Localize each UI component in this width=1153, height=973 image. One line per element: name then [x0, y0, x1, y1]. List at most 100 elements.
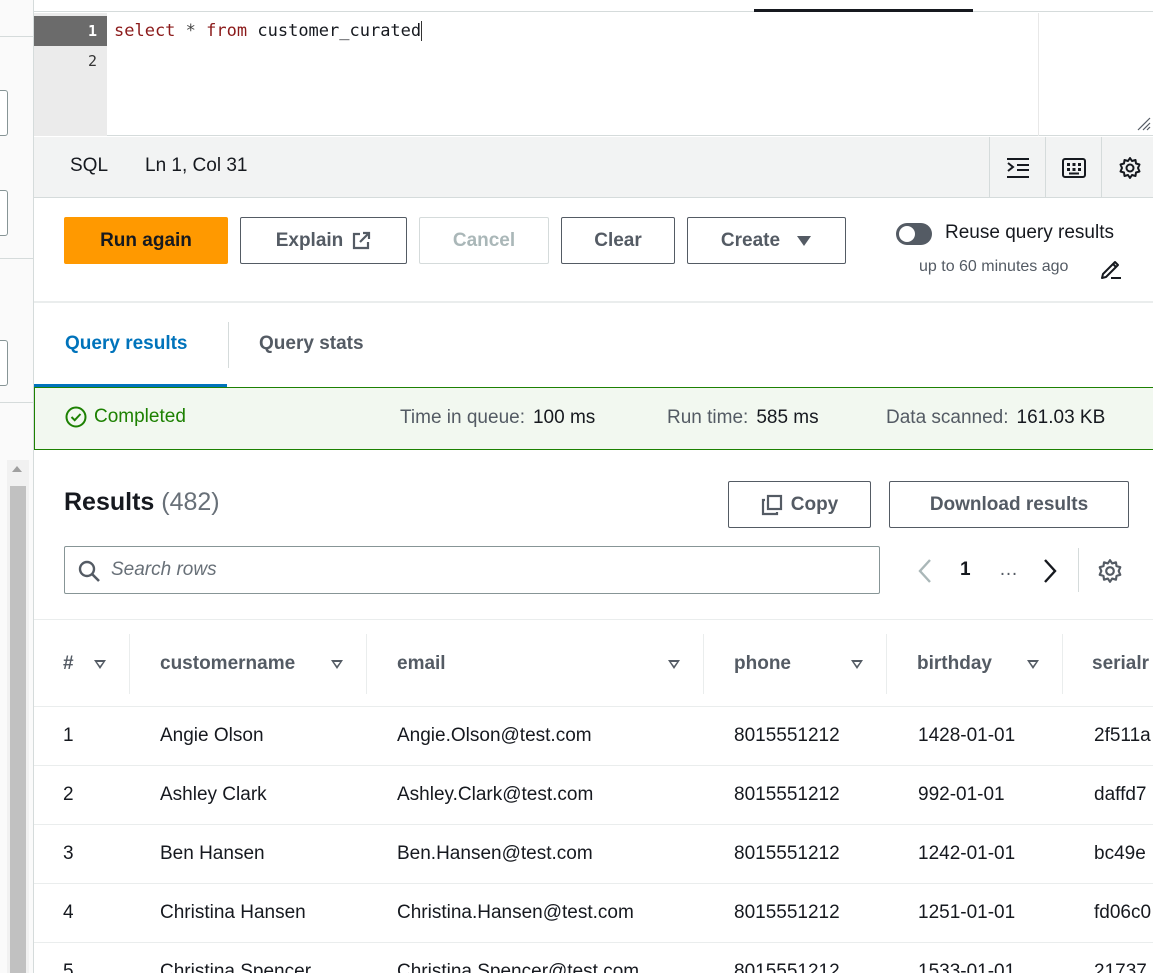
panel-scrollbar[interactable]: [7, 460, 29, 973]
keyboard-shortcuts-button[interactable]: [1045, 137, 1101, 198]
column-header-birthday[interactable]: birthday: [917, 653, 992, 675]
scroll-up-icon[interactable]: [12, 466, 22, 472]
tab-query-results[interactable]: Query results: [65, 333, 188, 355]
download-results-button[interactable]: Download results: [889, 481, 1129, 528]
column-separator[interactable]: [129, 634, 130, 694]
cell-birthday: 1242-01-01: [918, 843, 1016, 864]
cell-birthday: 1533-01-01: [918, 961, 1016, 973]
code-keyword: from: [206, 21, 248, 41]
time-in-queue: Time in queue: 100 ms: [400, 407, 595, 429]
left-side-panel: [0, 0, 34, 973]
download-results-label: Download results: [929, 493, 1089, 515]
editor-print-margin: [1038, 13, 1039, 136]
section-divider: [34, 301, 1153, 303]
column-separator[interactable]: [703, 634, 704, 694]
cell-index: 4: [63, 902, 74, 923]
next-page-icon[interactable]: [1041, 558, 1059, 584]
cell-email: Christina.Spencer@test.com: [397, 961, 640, 973]
table-row[interactable]: 3 Ben Hansen Ben.Hansen@test.com 8015551…: [34, 825, 1153, 884]
editor-settings-button[interactable]: [1101, 137, 1153, 198]
cell-email: Christina.Hansen@test.com: [397, 902, 634, 923]
column-separator[interactable]: [886, 634, 887, 694]
table-settings-icon[interactable]: [1097, 558, 1123, 584]
toggle-knob: [899, 226, 915, 242]
column-separator[interactable]: [366, 634, 367, 694]
previous-page-icon[interactable]: [916, 558, 934, 584]
caret-down-icon: [797, 235, 812, 246]
panel-input[interactable]: [0, 190, 8, 236]
editor-language: SQL: [70, 155, 109, 176]
line-number-gutter: 1 2: [34, 13, 107, 136]
explain-button[interactable]: Explain: [240, 217, 407, 264]
resize-grip-icon[interactable]: [1137, 117, 1151, 131]
data-scanned-value: 161.03 KB: [1016, 407, 1106, 428]
cancel-button[interactable]: Cancel: [419, 217, 549, 264]
edit-icon[interactable]: [1099, 256, 1123, 280]
cell-index: 5: [63, 961, 74, 973]
data-scanned: Data scanned: 161.03 KB: [886, 407, 1105, 429]
sort-icon[interactable]: [331, 660, 343, 669]
table-row[interactable]: 4 Christina Hansen Christina.Hansen@test…: [34, 884, 1153, 943]
column-header-email[interactable]: email: [397, 653, 446, 675]
page-ellipsis: …: [999, 559, 1018, 580]
table-row[interactable]: 1 Angie Olson Angie.Olson@test.com 80155…: [34, 707, 1153, 766]
keyboard-icon: [1061, 157, 1086, 178]
results-count: (482): [161, 488, 220, 516]
panel-input[interactable]: [0, 340, 8, 386]
cell-birthday: 992-01-01: [918, 784, 1005, 805]
panel-divider: [0, 402, 34, 403]
editor-tab-strip: [34, 0, 1153, 12]
column-header-serial[interactable]: serialr: [1092, 653, 1153, 675]
cell-email: Ashley.Clark@test.com: [397, 784, 594, 805]
cell-serial: 21737: [1094, 961, 1147, 973]
sort-icon[interactable]: [668, 660, 680, 669]
panel-divider: [0, 36, 34, 37]
text-cursor: [421, 21, 423, 41]
cancel-label: Cancel: [452, 229, 516, 251]
reuse-results-label: Reuse query results: [945, 222, 1114, 243]
settings-icon: [1119, 156, 1140, 179]
column-header-phone[interactable]: phone: [734, 653, 791, 675]
cell-email: Ben.Hansen@test.com: [397, 843, 593, 864]
column-separator[interactable]: [1062, 634, 1063, 694]
clear-button[interactable]: Clear: [561, 217, 675, 264]
column-header-index[interactable]: #: [63, 653, 74, 675]
status-text: Completed: [94, 406, 186, 427]
line-number: 2: [87, 52, 97, 70]
panel-input[interactable]: [0, 90, 8, 136]
query-status-banner: Completed Time in queue: 100 ms Run time:…: [34, 387, 1153, 450]
search-input[interactable]: [111, 557, 851, 583]
code-identifier: customer_curated: [257, 21, 422, 41]
cell-index: 1: [63, 725, 74, 746]
cell-serial: daffd7: [1094, 784, 1147, 805]
format-button[interactable]: [989, 137, 1045, 198]
sort-icon[interactable]: [1027, 660, 1039, 669]
run-again-button[interactable]: Run again: [64, 217, 228, 264]
cursor-position: Ln 1, Col 31: [145, 155, 248, 176]
reuse-results-toggle[interactable]: [896, 223, 932, 245]
sort-icon[interactable]: [851, 660, 863, 669]
code-line[interactable]: select * from customer_curated: [107, 16, 1039, 46]
results-heading: Results (482): [64, 488, 220, 517]
table-row[interactable]: 5 Christina Spencer Christina.Spencer@te…: [34, 943, 1153, 973]
results-table-header: # customername email phone birthday seri…: [34, 619, 1153, 707]
cell-email: Angie.Olson@test.com: [397, 725, 592, 746]
reuse-results-age: up to 60 minutes ago: [919, 258, 1069, 275]
search-rows-field[interactable]: [64, 546, 880, 594]
current-page[interactable]: 1: [960, 559, 971, 581]
scrollbar-thumb[interactable]: [10, 486, 26, 973]
status-indicator: Completed: [65, 406, 186, 428]
sql-editor[interactable]: 1 2 select * from customer_curated: [34, 13, 1153, 136]
copy-button[interactable]: Copy: [728, 481, 871, 528]
cell-birthday: 1251-01-01: [918, 902, 1016, 923]
cell-index: 2: [63, 784, 74, 805]
create-label: Create: [720, 229, 781, 251]
sort-icon[interactable]: [94, 660, 106, 669]
column-header-customername[interactable]: customername: [160, 653, 295, 675]
tab-query-stats[interactable]: Query stats: [259, 333, 364, 355]
clear-label: Clear: [594, 229, 642, 251]
code-area[interactable]: select * from customer_curated: [107, 13, 1039, 136]
table-row[interactable]: 2 Ashley Clark Ashley.Clark@test.com 801…: [34, 766, 1153, 825]
cell-phone: 8015551212: [734, 902, 840, 923]
create-dropdown-button[interactable]: Create: [687, 217, 846, 264]
